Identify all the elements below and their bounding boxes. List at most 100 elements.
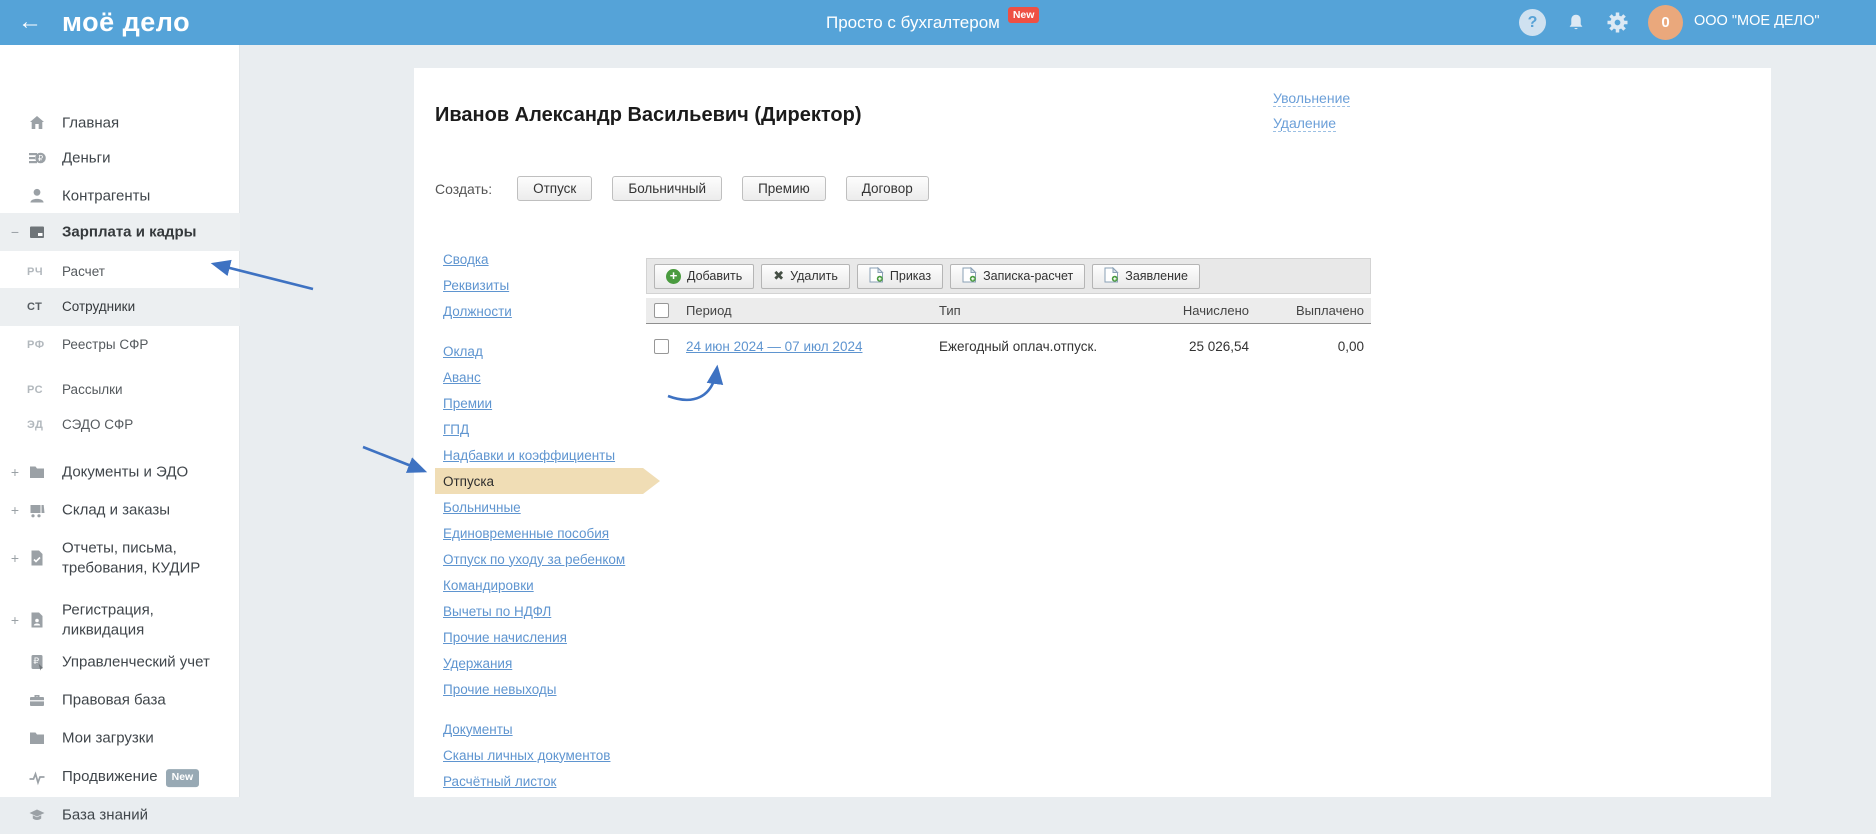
application-button[interactable]: Заявление [1092, 263, 1200, 289]
collapse-expander[interactable]: − [9, 224, 21, 240]
create-bonus-button[interactable]: Премию [742, 176, 826, 201]
person-icon [27, 186, 47, 206]
calculation-note-button[interactable]: Записка-расчет [950, 263, 1086, 289]
bell-icon [1569, 14, 1582, 29]
sidebar-item-sotrudniki[interactable]: СТ Сотрудники [0, 288, 240, 326]
subnav-oklad[interactable]: Оклад [443, 344, 483, 359]
active-subnav-label: Отпуска [443, 473, 495, 489]
sidebar-item-label: База знаний [62, 806, 148, 824]
help-icon[interactable]: ? [1519, 9, 1546, 36]
sidebar-item-pravovaya-baza[interactable]: Правовая база [0, 681, 240, 719]
create-contract-button[interactable]: Договор [845, 176, 929, 201]
delete-employee-link[interactable]: Удаление [1273, 115, 1337, 132]
add-button[interactable]: + Добавить [654, 263, 755, 289]
back-arrow-icon[interactable]: ← [18, 8, 42, 36]
user-avatar[interactable]: 0 [1648, 5, 1683, 40]
collapse-expander[interactable]: + [9, 612, 21, 628]
tagline-text[interactable]: Просто с бухгалтером [826, 13, 1000, 33]
create-sick-leave-button[interactable]: Больничный [612, 176, 723, 201]
sidebar-item-dengi[interactable]: ₽ Деньги [0, 139, 240, 177]
subnav-dolzhnosti[interactable]: Должности [443, 304, 512, 319]
sidebar-item-label: СЭДО СФР [62, 417, 134, 433]
subnav-vychety-ndfl[interactable]: Вычеты по НДФЛ [443, 604, 551, 619]
vacations-toolbar: + Добавить ✖ Удалить Приказ Записка-расч… [646, 258, 1371, 294]
button-label: Добавить [687, 269, 743, 283]
row-checkbox[interactable] [654, 338, 669, 354]
collapse-expander[interactable]: + [9, 464, 21, 480]
subnav-prochie-nevyhody[interactable]: Прочие невыходы [443, 682, 556, 697]
create-label: Создать: [435, 180, 493, 197]
item-code: РЧ [27, 266, 44, 278]
delete-button[interactable]: ✖ Удалить [761, 263, 850, 289]
subnav-skany-dokumentov[interactable]: Сканы личных документов [443, 748, 610, 763]
subnav-premii[interactable]: Премии [443, 396, 492, 411]
sidebar-item-label: Склад и заказы [62, 501, 171, 519]
ruble-card-icon: ₽ [27, 652, 47, 672]
subnav-bolnichnye[interactable]: Больничные [443, 500, 521, 515]
cart-icon [27, 500, 47, 520]
settings-gear-icon[interactable] [1604, 9, 1631, 36]
vacation-period-link[interactable]: 24 июн 2024 — 07 июл 2024 [686, 339, 939, 354]
subnav-prochie-nachisleniya[interactable]: Прочие начисления [443, 630, 567, 645]
vacation-type: Ежегодный оплач.отпуск. [939, 338, 1098, 354]
column-paid[interactable]: Выплачено [1249, 303, 1364, 318]
tagline-new-badge: New [1007, 6, 1040, 23]
doc-check-icon [27, 548, 47, 568]
page-title: Иванов Александр Васильевич (Директор) [435, 104, 862, 126]
sidebar-item-kontragenty[interactable]: Контрагенты [0, 177, 240, 215]
subnav-edinovremennye-posobiya[interactable]: Единовременные пособия [443, 526, 609, 541]
subnav-nadbavki[interactable]: Надбавки и коэффициенты [443, 448, 615, 463]
sidebar-item-label: Расчет [62, 264, 105, 280]
app-logo[interactable]: моё дело [62, 7, 190, 38]
subnav-otpusk-po-uhodu[interactable]: Отпуск по уходу за ребенком [443, 552, 625, 567]
sidebar-item-moi-zagruzki[interactable]: Мои загрузки [0, 719, 240, 757]
doc-person-icon [27, 610, 47, 630]
sidebar-item-label: Регистрация, ликвидация [62, 601, 154, 639]
folder-icon [27, 728, 47, 748]
sidebar-item-glavnaya[interactable]: Главная [0, 104, 240, 142]
notifications-bell-icon[interactable] [1562, 9, 1589, 36]
sidebar-item-registraciya[interactable]: + Регистрация, ликвидация [0, 595, 240, 645]
collapse-expander[interactable]: + [9, 502, 21, 518]
sidebar-item-zarplata-i-kadry[interactable]: − Зарплата и кадры [0, 213, 240, 251]
sidebar-item-upravlencheskiy-uchet[interactable]: ₽ Управленческий учет [0, 643, 240, 681]
sidebar-item-label: Мои загрузки [62, 729, 154, 747]
gear-icon [1607, 12, 1628, 33]
sidebar-item-otchety[interactable]: + Отчеты, письма, требования, КУДИР [0, 533, 240, 583]
employee-card: Иванов Александр Васильевич (Директор) У… [414, 68, 1771, 797]
subnav-komandirovki[interactable]: Командировки [443, 578, 534, 593]
item-code: РФ [27, 339, 45, 351]
item-code: СТ [27, 301, 43, 313]
sidebar-item-rassylki[interactable]: РС Рассылки [0, 371, 240, 409]
subnav-group-1: Сводка Реквизиты Должности [443, 246, 512, 324]
column-type[interactable]: Тип [939, 303, 1133, 318]
table-header: Период Тип Начислено Выплачено [646, 298, 1371, 324]
sidebar-item-sedo-sfr[interactable]: ЭД СЭДО СФР [0, 406, 240, 444]
subnav-otpuska-active[interactable]: Отпуска [435, 468, 660, 494]
sidebar-item-sklad-zakazy[interactable]: + Склад и заказы [0, 491, 240, 529]
column-period[interactable]: Период [686, 303, 939, 318]
sidebar-item-prodvizhenie[interactable]: Продвижение New [0, 758, 240, 796]
sidebar-item-baza-znaniy[interactable]: База знаний [0, 796, 240, 834]
sidebar-item-label: Правовая база [62, 691, 166, 709]
subnav-dokumenty[interactable]: Документы [443, 722, 513, 737]
subnav-raschetnyy-listok[interactable]: Расчётный листок [443, 774, 556, 789]
document-plus-icon [1104, 266, 1119, 286]
sidebar-item-raschet[interactable]: РЧ Расчет [0, 253, 240, 291]
account-name[interactable]: ООО "МОЕ ДЕЛО" [1694, 13, 1820, 29]
collapse-expander[interactable]: + [9, 550, 21, 566]
sidebar-item-dokumenty-edo[interactable]: + Документы и ЭДО [0, 453, 240, 491]
create-vacation-button[interactable]: Отпуск [517, 176, 593, 201]
subnav-avans[interactable]: Аванс [443, 370, 481, 385]
subnav-gpd[interactable]: ГПД [443, 422, 469, 437]
sidebar-item-reestry-sfr[interactable]: РФ Реестры СФР [0, 326, 240, 364]
subnav-rekvizity[interactable]: Реквизиты [443, 278, 509, 293]
sidebar-item-label: Управленческий учет [62, 653, 210, 671]
button-label: Записка-расчет [983, 269, 1074, 283]
order-document-button[interactable]: Приказ [856, 263, 944, 289]
select-all-checkbox[interactable] [654, 303, 669, 318]
dismissal-link[interactable]: Увольнение [1273, 90, 1351, 107]
column-accrued[interactable]: Начислено [1133, 303, 1249, 318]
subnav-svodka[interactable]: Сводка [443, 252, 489, 267]
subnav-uderzhaniya[interactable]: Удержания [443, 656, 512, 671]
